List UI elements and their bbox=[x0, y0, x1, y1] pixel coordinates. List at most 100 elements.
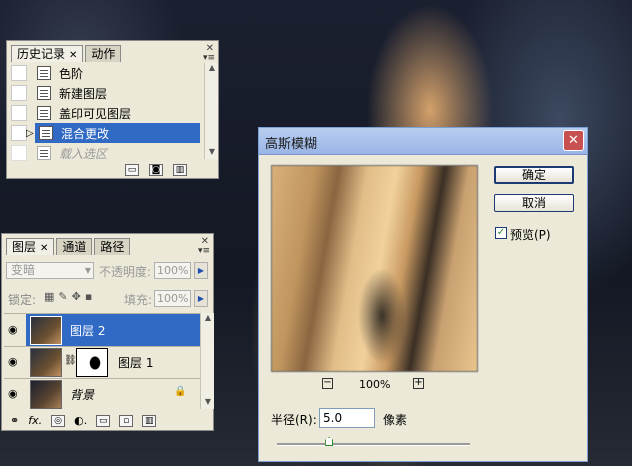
radius-input[interactable] bbox=[319, 408, 375, 428]
tab-actions[interactable]: 动作 bbox=[85, 45, 122, 62]
new-document-icon[interactable]: ▭ bbox=[125, 164, 139, 176]
layers-list: ◉ 图层 2 ◉ ⛓ 图层 1 ◉ 背景 🔒 bbox=[4, 313, 200, 410]
history-item-selected[interactable]: ▷ 混合更改 bbox=[11, 123, 204, 143]
tab-layers[interactable]: 图层 ✕ bbox=[6, 238, 55, 255]
opacity-label: 不透明度: bbox=[99, 265, 152, 279]
scroll-down-icon[interactable]: ▼ bbox=[202, 397, 214, 409]
trash-icon[interactable]: ▥ bbox=[142, 414, 157, 427]
radius-slider-thumb[interactable] bbox=[325, 437, 334, 446]
scroll-up-icon[interactable]: ▲ bbox=[206, 63, 218, 75]
lock-paint-icon[interactable]: ✎ bbox=[58, 290, 67, 303]
history-state-icon bbox=[37, 146, 51, 160]
new-layer-icon[interactable]: ▫ bbox=[119, 414, 134, 427]
zoom-in-button[interactable]: + bbox=[413, 378, 424, 389]
layer-thumbnail bbox=[30, 316, 62, 345]
layer-row[interactable]: ◉ 背景 🔒 bbox=[4, 378, 200, 410]
preview-checkbox[interactable]: ✓ bbox=[495, 227, 507, 239]
visibility-eye-icon[interactable]: ◉ bbox=[8, 355, 18, 368]
history-source-checkbox[interactable] bbox=[11, 105, 27, 121]
history-item-label: 盖印可见图层 bbox=[59, 106, 132, 121]
tab-channels[interactable]: 通道 bbox=[56, 238, 93, 255]
fill-input[interactable]: 100% bbox=[154, 290, 191, 307]
layer-name[interactable]: 图层 1 bbox=[118, 354, 153, 371]
add-mask-icon[interactable]: ◎ bbox=[51, 414, 66, 427]
layer-name[interactable]: 图层 2 bbox=[70, 322, 105, 339]
tab-history-label: 历史记录 bbox=[17, 47, 66, 61]
history-panel: 历史记录 ✕ 动作 ✕ ▾≡ 色阶 新建图层 盖印可见图层 ▷ 混合更改 载入选区… bbox=[6, 40, 219, 179]
history-item[interactable]: 色阶 bbox=[11, 63, 204, 83]
history-item[interactable]: 盖印可见图层 bbox=[11, 103, 204, 123]
close-icon[interactable]: ✕ bbox=[40, 243, 48, 254]
ok-button[interactable]: 确定 bbox=[494, 166, 574, 184]
history-item[interactable]: 新建图层 bbox=[11, 83, 204, 103]
cancel-button-label: 取消 bbox=[521, 196, 546, 210]
opacity-value: 100% bbox=[157, 264, 189, 277]
history-source-checkbox[interactable] bbox=[11, 85, 27, 101]
radius-unit: 像素 bbox=[383, 413, 408, 427]
panel-menu-icon[interactable]: ▾≡ bbox=[198, 246, 210, 256]
history-state-marker-icon: ▷ bbox=[26, 128, 34, 139]
layer-name[interactable]: 背景 bbox=[70, 386, 94, 403]
layers-scrollbar[interactable]: ▲ ▼ bbox=[200, 313, 214, 409]
fill-label: 填充: bbox=[124, 293, 153, 307]
ok-button-label: 确定 bbox=[521, 168, 546, 182]
blend-mode-value: 变暗 bbox=[11, 263, 36, 277]
lock-transparent-icon[interactable]: ▦ bbox=[44, 290, 54, 303]
zoom-out-button[interactable]: − bbox=[322, 378, 333, 389]
preview-label[interactable]: 预览(P) bbox=[510, 226, 551, 243]
layers-panel-tabs: 图层 ✕ 通道 路径 bbox=[6, 238, 132, 256]
layers-panel: 图层 ✕ 通道 路径 ✕ ▾≡ 变暗 ▼ 不透明度: 100% ▶ 锁定: ▦ ✎… bbox=[1, 233, 214, 431]
layer-row-selected[interactable]: ◉ 图层 2 bbox=[4, 314, 200, 347]
history-state-icon bbox=[39, 126, 53, 140]
tab-history[interactable]: 历史记录 ✕ bbox=[11, 45, 84, 62]
visibility-eye-icon[interactable]: ◉ bbox=[8, 387, 18, 400]
radius-label: 半径(R): bbox=[271, 413, 317, 427]
history-item[interactable]: 载入选区 bbox=[11, 143, 204, 163]
history-state-icon bbox=[37, 66, 51, 80]
scroll-down-icon[interactable]: ▼ bbox=[206, 147, 218, 159]
chevron-down-icon: ▼ bbox=[84, 266, 91, 275]
snapshot-icon[interactable]: ◙ bbox=[149, 164, 163, 176]
history-source-checkbox[interactable]: ▷ bbox=[11, 125, 34, 141]
scroll-up-icon[interactable]: ▲ bbox=[202, 313, 214, 325]
history-scrollbar[interactable]: ▲ ▼ bbox=[204, 63, 218, 159]
history-item-label: 混合更改 bbox=[61, 126, 110, 141]
tab-paths[interactable]: 路径 bbox=[94, 238, 131, 255]
history-toolbar: ▭ ◙ ▥ bbox=[125, 164, 187, 176]
dialog-titlebar[interactable]: 高斯模糊 ✕ bbox=[259, 128, 587, 155]
layer-row[interactable]: ◉ ⛓ 图层 1 bbox=[4, 346, 200, 379]
layer-mask-thumbnail bbox=[76, 348, 108, 377]
close-icon[interactable]: ✕ bbox=[69, 50, 77, 61]
link-layers-icon[interactable]: ⚭ bbox=[10, 414, 19, 427]
opacity-input[interactable]: 100% bbox=[154, 262, 191, 279]
fill-arrow-button[interactable]: ▶ bbox=[194, 290, 208, 307]
new-group-icon[interactable]: ▭ bbox=[96, 414, 111, 427]
tab-layers-label: 图层 bbox=[12, 240, 37, 254]
blend-mode-select[interactable]: 变暗 ▼ bbox=[6, 262, 94, 279]
blur-preview[interactable] bbox=[271, 165, 478, 372]
trash-icon[interactable]: ▥ bbox=[173, 164, 187, 176]
tab-channels-label: 通道 bbox=[62, 240, 87, 254]
lock-position-icon[interactable]: ✥ bbox=[72, 290, 81, 303]
zoom-level: 100% bbox=[359, 378, 391, 391]
history-state-icon bbox=[37, 86, 51, 100]
close-button[interactable]: ✕ bbox=[563, 130, 584, 151]
radius-slider-track[interactable] bbox=[277, 443, 470, 446]
history-source-checkbox[interactable] bbox=[11, 145, 27, 161]
lock-label: 锁定: bbox=[8, 293, 37, 307]
cancel-button[interactable]: 取消 bbox=[494, 194, 574, 212]
layer-thumbnail bbox=[30, 348, 62, 377]
history-source-checkbox[interactable] bbox=[11, 65, 27, 81]
opacity-arrow-button[interactable]: ▶ bbox=[194, 262, 208, 279]
adjustment-layer-icon[interactable]: ◐. bbox=[74, 414, 87, 427]
panel-menu-icon[interactable]: ▾≡ bbox=[203, 53, 215, 63]
visibility-eye-icon[interactable]: ◉ bbox=[8, 323, 18, 336]
layer-thumbnail bbox=[30, 380, 62, 409]
layer-style-icon[interactable]: fx. bbox=[28, 414, 42, 427]
layers-toolbar: ⚭ fx. ◎ ◐. ▭ ▫ ▥ bbox=[10, 414, 157, 427]
lock-all-icon[interactable]: ▪ bbox=[85, 290, 92, 303]
history-item-label: 载入选区 bbox=[59, 146, 108, 161]
history-selected-highlight: 混合更改 bbox=[35, 123, 200, 143]
layer-selected-highlight: 图层 2 bbox=[26, 314, 200, 346]
lock-icon: 🔒 bbox=[174, 386, 187, 397]
